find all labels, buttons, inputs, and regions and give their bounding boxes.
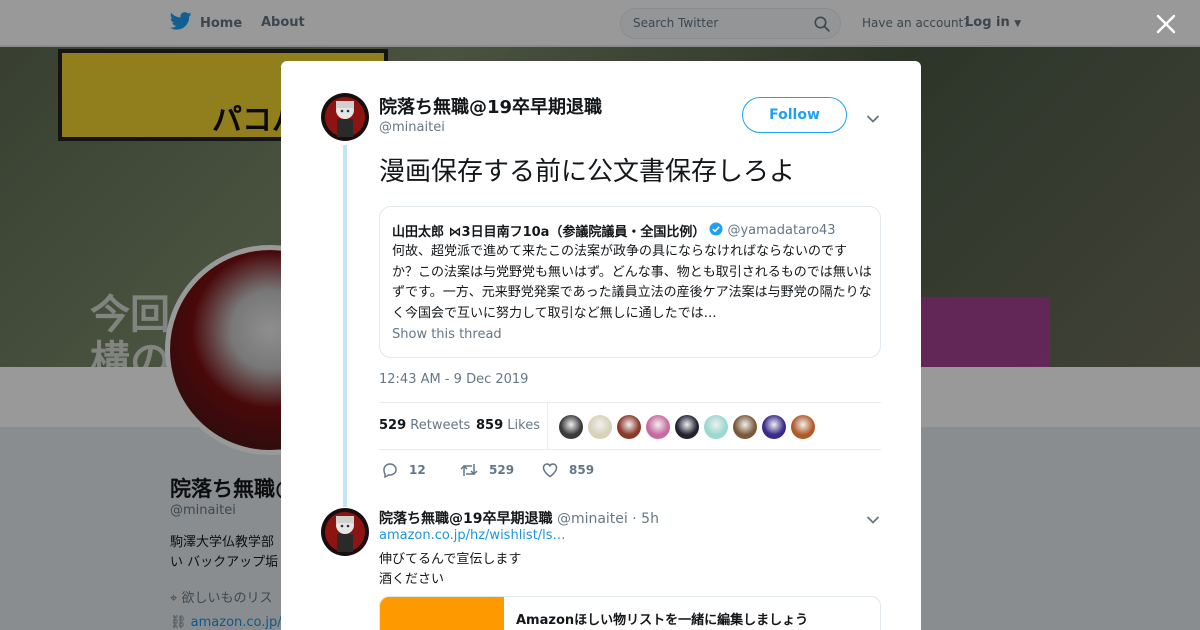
heart-icon: [542, 463, 558, 478]
liker-avatar[interactable]: [791, 415, 815, 439]
reply-button[interactable]: 12: [381, 461, 426, 479]
retweet-icon: [460, 464, 478, 476]
retweets-label: Retweets: [410, 418, 471, 433]
tweet-timestamp[interactable]: 12:43 AM - 9 Dec 2019: [379, 372, 528, 387]
tweet-stats: 529 Retweets 859 Likes: [379, 402, 881, 450]
reply-header: 院落ち無職@19卒早期退職 @minaitei · 5h: [379, 508, 659, 528]
author-handle[interactable]: @minaitei: [379, 120, 445, 135]
reply-author-name[interactable]: 院落ち無職@19卒早期退職: [379, 511, 552, 527]
reply-chevron-down-icon[interactable]: [866, 510, 880, 529]
link-card-image: [380, 597, 504, 630]
reply-text-line1: 伸びてるんで宣伝します: [379, 552, 522, 567]
author-name[interactable]: 院落ち無職@19卒早期退職: [379, 93, 602, 119]
tweet-text: 漫画保存する前に公文書保存しろよ: [379, 157, 796, 187]
tweet-modal: 院落ち無職@19卒早期退職 @minaitei Follow 漫画保存する前に公…: [281, 61, 921, 630]
liker-avatar[interactable]: [733, 415, 757, 439]
liker-avatar[interactable]: [704, 415, 728, 439]
reply-author-avatar[interactable]: [321, 508, 369, 556]
retweets-stat[interactable]: 529 Retweets: [379, 418, 470, 433]
reply-author-handle[interactable]: @minaitei: [557, 511, 628, 527]
retweets-count: 529: [379, 418, 407, 433]
likes-stat[interactable]: 859 Likes: [476, 418, 540, 433]
liker-avatar[interactable]: [559, 415, 583, 439]
reply-link[interactable]: amazon.co.jp/hz/wishlist/ls…: [379, 528, 566, 543]
quoted-tweet[interactable]: 山田太郎 ⋈3日目南フ10a（参議院議員・全国比例） @yamadataro43…: [379, 206, 881, 358]
quoted-tweet-header: 山田太郎 ⋈3日目南フ10a（参議院議員・全国比例） @yamadataro43: [392, 221, 836, 240]
quoted-author-handle: @yamadataro43: [727, 223, 836, 238]
retweet-button[interactable]: 529: [459, 461, 514, 479]
reply-icon: [383, 463, 397, 479]
liker-avatar[interactable]: [617, 415, 641, 439]
follow-button[interactable]: Follow: [742, 97, 847, 133]
liker-avatar[interactable]: [646, 415, 670, 439]
liker-avatar[interactable]: [588, 415, 612, 439]
tweet-actions: 12 529 859: [379, 461, 881, 481]
liker-avatar[interactable]: [762, 415, 786, 439]
quoted-author-name: 山田太郎 ⋈3日目南フ10a（参議院議員・全国比例）: [392, 225, 706, 240]
link-card-title: Amazonほしい物リストを一緒に編集しましょう: [516, 613, 809, 628]
chevron-down-icon[interactable]: [866, 109, 880, 128]
thread-line: [343, 145, 347, 507]
close-icon[interactable]: [1155, 13, 1177, 39]
stats-divider: [547, 403, 548, 449]
link-card[interactable]: Amazonほしい物リストを一緒に編集しましょう: [379, 596, 881, 630]
reply-count: 12: [409, 463, 426, 477]
liker-avatar[interactable]: [675, 415, 699, 439]
show-thread-link[interactable]: Show this thread: [392, 327, 502, 342]
verified-badge-icon: [709, 222, 723, 240]
author-avatar[interactable]: [321, 93, 369, 141]
reply-text-line2: 酒ください: [379, 572, 445, 587]
quoted-tweet-text: 何故、超党派で進めて来たこの法案が政争の具にならなければならないのですか？この法…: [392, 244, 872, 321]
like-count: 859: [569, 463, 595, 477]
reply-time[interactable]: · 5h: [632, 511, 659, 527]
likes-count: 859: [476, 418, 504, 433]
retweet-count: 529: [489, 463, 515, 477]
likes-label: Likes: [507, 418, 540, 433]
like-button[interactable]: 859: [541, 461, 594, 479]
